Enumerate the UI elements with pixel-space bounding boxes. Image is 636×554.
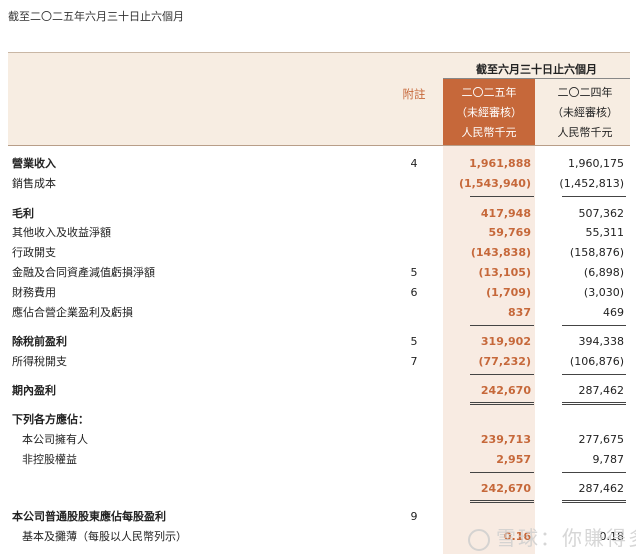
current-unit-label: 人民幣千元	[461, 126, 517, 139]
row-current-value: 2,957	[496, 453, 531, 466]
row-note: 7	[410, 355, 418, 368]
row-current-value: 417,948	[480, 207, 531, 220]
row-prior-value: 507,362	[578, 207, 625, 220]
table-row: 下列各方應佔：	[0, 411, 636, 429]
row-label: 金融及合同資產減值虧損淨額	[12, 266, 155, 279]
total-double-rule-prior	[562, 404, 626, 405]
header-bottom-rule	[8, 145, 630, 146]
watermark-text: 雪球：你賺得多	[496, 526, 636, 550]
current-audit-label: （未經審核）	[456, 106, 522, 119]
row-current-value: 59,769	[488, 226, 531, 239]
row-label: 應佔合營企業盈利及虧損	[12, 306, 133, 319]
prior-unit-label: 人民幣千元	[557, 126, 613, 139]
row-label: 本公司擁有人	[22, 433, 88, 446]
row-current-value: (143,838)	[470, 246, 531, 259]
row-label: 銷售成本	[12, 177, 56, 190]
row-label: 基本及攤薄（每股以人民幣列示）	[22, 530, 187, 543]
row-current-value: (13,105)	[478, 266, 531, 279]
note-column-heading: 附註	[402, 87, 426, 101]
table-row: 金融及合同資產減值虧損淨額 5 (13,105) (6,898)	[0, 264, 636, 282]
subtotal-rule-current	[470, 196, 534, 197]
row-prior-value: (106,876)	[569, 355, 624, 368]
row-current-value: (77,232)	[478, 355, 531, 368]
subtotal-rule-current	[470, 374, 534, 375]
prior-audit-label: （未經審核）	[552, 106, 618, 119]
subtotal-rule-current	[470, 472, 534, 473]
table-row: 期內盈利 242,670 287,462	[0, 382, 636, 400]
watermark: 雪球：你賺得多	[468, 522, 636, 551]
row-label: 其他收入及收益淨額	[12, 226, 111, 239]
period-group-heading: 截至六月三十日止六個月	[476, 63, 597, 76]
row-note: 6	[410, 286, 418, 299]
table-row: 其他收入及收益淨額 59,769 55,311	[0, 224, 636, 242]
current-year-label: 二〇二五年	[461, 86, 517, 99]
row-label: 本公司普通股股東應佔每股盈利	[12, 510, 166, 523]
row-prior-value: 287,462	[578, 384, 625, 397]
row-label: 下列各方應佔：	[12, 413, 89, 426]
row-label: 行政開支	[12, 246, 56, 259]
row-label: 非控股權益	[22, 453, 77, 466]
row-current-value: 242,670	[480, 384, 531, 397]
row-current-value: 1,961,888	[469, 157, 531, 170]
table-row: 除稅前盈利 5 319,902 394,338	[0, 333, 636, 351]
row-current-value: 242,670	[480, 482, 531, 495]
row-prior-value: 287,462	[578, 482, 625, 495]
subtotal-rule-current	[470, 325, 534, 326]
row-prior-value: 277,675	[578, 433, 625, 446]
group-heading-rule	[443, 78, 630, 79]
total-double-rule-current	[470, 404, 534, 405]
row-prior-value: 9,787	[592, 453, 625, 466]
row-prior-value: (1,452,813)	[559, 177, 624, 190]
row-prior-value: 55,311	[585, 226, 625, 239]
row-prior-value: 394,338	[578, 335, 625, 348]
subtotal-rule-prior	[562, 472, 626, 473]
row-prior-value: (6,898)	[583, 266, 624, 279]
total-double-rule-prior	[562, 402, 626, 403]
subtotal-rule-prior	[562, 196, 626, 197]
prior-year-label: 二〇二四年	[557, 86, 613, 99]
row-current-value: (1,543,940)	[459, 177, 531, 190]
row-note: 4	[410, 157, 418, 170]
total-double-rule-current	[470, 500, 534, 501]
row-current-value: 239,713	[480, 433, 531, 446]
total-double-rule-prior	[562, 500, 626, 501]
row-note: 5	[410, 266, 418, 279]
total-double-rule-current	[470, 502, 534, 503]
row-label: 財務費用	[12, 286, 56, 299]
row-label: 期內盈利	[12, 384, 56, 397]
table-row: 應佔合營企業盈利及虧損 837 469	[0, 304, 636, 322]
total-double-rule-current	[470, 402, 534, 403]
table-row: 242,670 287,462	[0, 480, 636, 498]
snowball-logo-icon	[468, 528, 490, 551]
row-current-value: 319,902	[480, 335, 531, 348]
row-current-value: 837	[508, 306, 531, 319]
row-label: 所得稅開支	[12, 355, 67, 368]
row-note: 9	[410, 510, 418, 523]
row-label: 營業收入	[12, 157, 56, 170]
table-row: 營業收入 4 1,961,888 1,960,175	[0, 155, 636, 173]
subtotal-rule-prior	[562, 325, 626, 326]
row-prior-value: 1,960,175	[568, 157, 624, 170]
subtotal-rule-prior	[562, 374, 626, 375]
table-row: 行政開支 (143,838) (158,876)	[0, 244, 636, 262]
row-prior-value: (3,030)	[583, 286, 624, 299]
table-row: 所得稅開支 7 (77,232) (106,876)	[0, 353, 636, 371]
row-label: 除稅前盈利	[12, 335, 67, 348]
table-row: 銷售成本 (1,543,940) (1,452,813)	[0, 175, 636, 193]
table-row: 本公司擁有人 239,713 277,675	[0, 431, 636, 449]
row-note: 5	[410, 335, 418, 348]
table-row: 毛利 417,948 507,362	[0, 205, 636, 223]
statement-caption: 截至二〇二五年六月三十日止六個月	[8, 10, 184, 23]
table-row: 非控股權益 2,957 9,787	[0, 451, 636, 469]
row-current-value: (1,709)	[486, 286, 531, 299]
row-prior-value: (158,876)	[569, 246, 624, 259]
table-row: 財務費用 6 (1,709) (3,030)	[0, 284, 636, 302]
row-label: 毛利	[12, 207, 34, 220]
total-double-rule-prior	[562, 502, 626, 503]
row-prior-value: 469	[603, 306, 624, 319]
